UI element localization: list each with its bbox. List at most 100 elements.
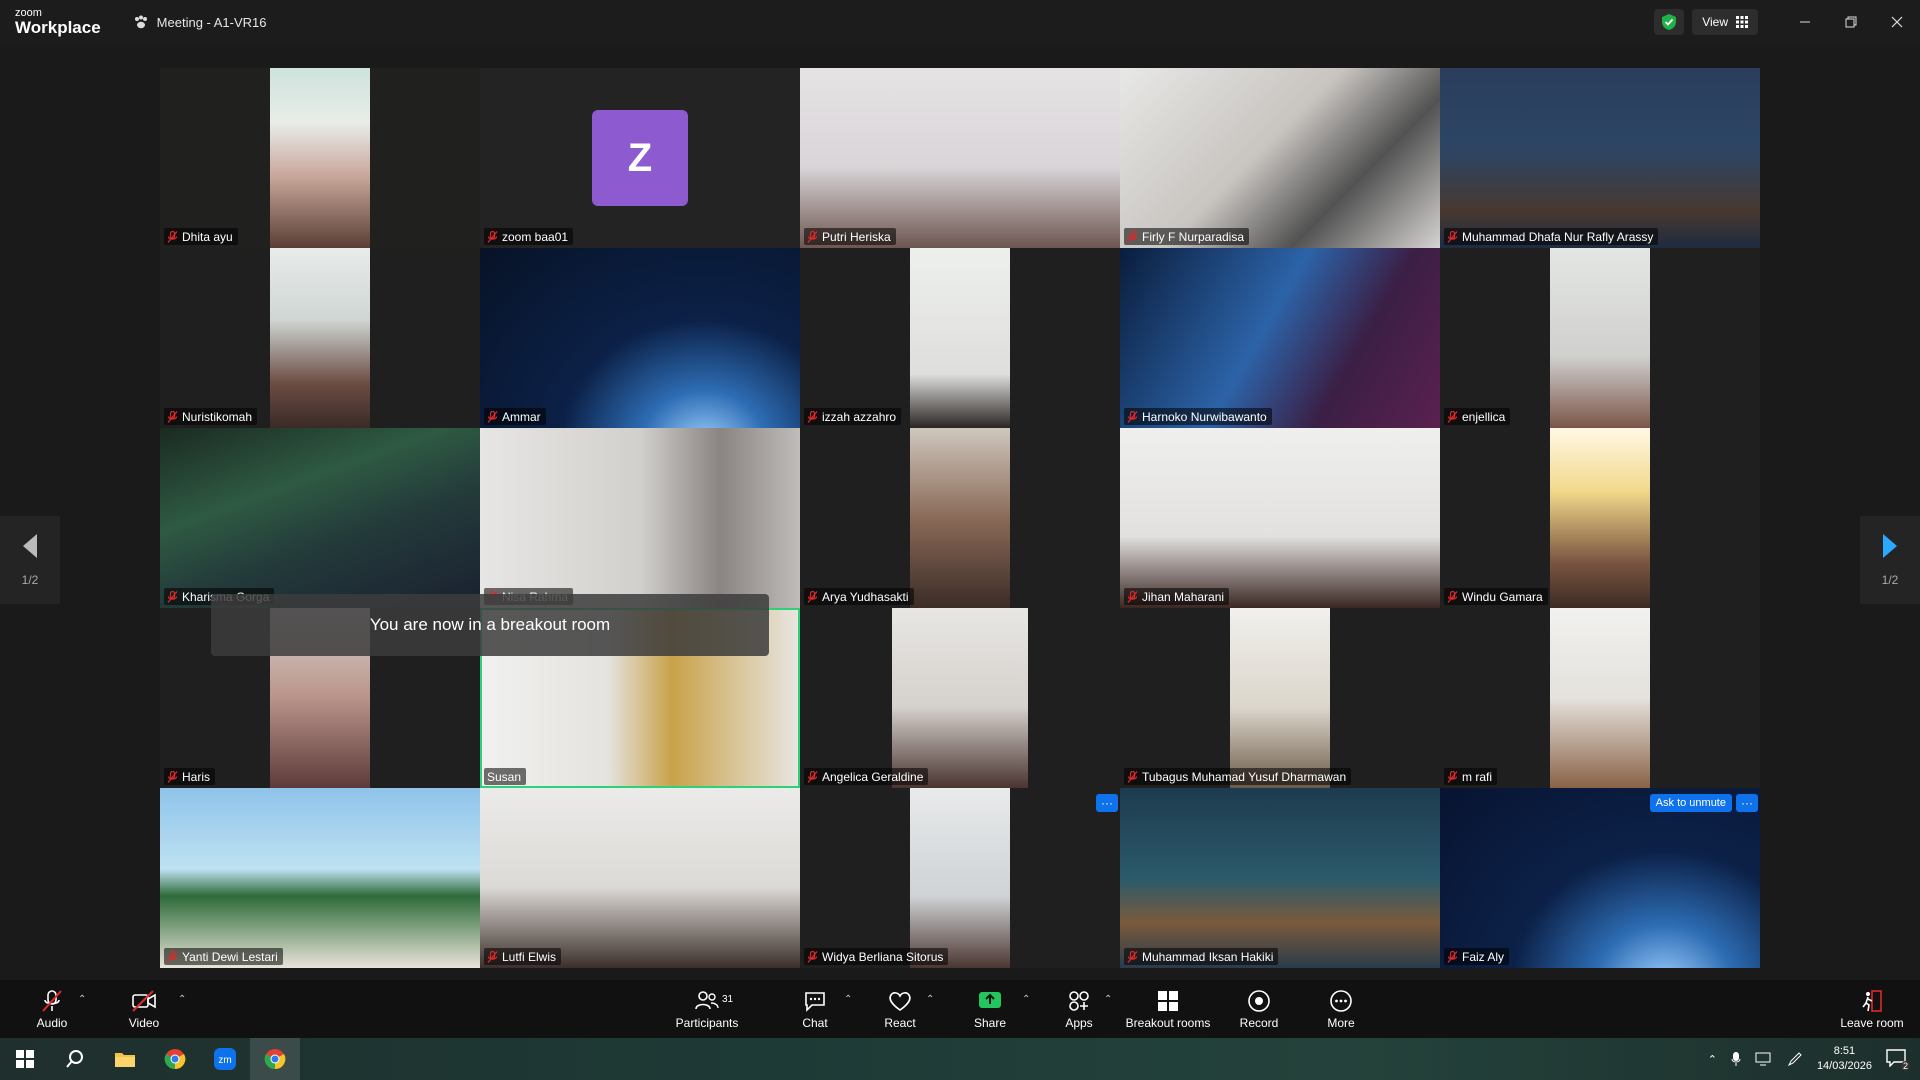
view-button[interactable]: View xyxy=(1692,9,1758,35)
participant-name: Windu Gamara xyxy=(1462,589,1543,604)
video-tile[interactable]: Faiz Aly Ask to unmute ··· xyxy=(1440,788,1760,968)
video-tile[interactable]: Angelica Geraldine xyxy=(800,608,1120,788)
video-tile[interactable]: Putri Heriska xyxy=(800,68,1120,248)
video-tile[interactable]: Jihan Maharani xyxy=(1120,428,1440,608)
video-tile[interactable]: Muhammad Dhafa Nur Rafly Arassy xyxy=(1440,68,1760,248)
audio-caret-icon[interactable]: ⌃ xyxy=(78,994,86,1005)
search-button[interactable] xyxy=(50,1038,100,1080)
chrome-active-button[interactable] xyxy=(250,1038,300,1080)
chrome-button[interactable] xyxy=(150,1038,200,1080)
restore-button[interactable] xyxy=(1828,0,1874,44)
encryption-shield-button[interactable] xyxy=(1654,9,1685,35)
participant-name-label: Lutfi Elwis xyxy=(484,948,562,965)
participant-name: Lutfi Elwis xyxy=(502,949,557,964)
video-tile[interactable]: Widya Berliana Sitorus ··· xyxy=(800,788,1120,968)
participant-name-label: Ammar xyxy=(484,408,546,425)
arrow-right-icon xyxy=(1883,534,1897,558)
participants-button[interactable]: Participants xyxy=(672,980,742,1038)
meeting-title: Meeting - A1-VR16 xyxy=(156,14,267,30)
prev-page-button[interactable]: 1/2 xyxy=(0,516,60,604)
participant-name-label: Angelica Geraldine xyxy=(804,768,929,785)
leave-room-label: Leave room xyxy=(1840,1015,1904,1030)
react-button[interactable]: React xyxy=(882,980,918,1038)
tile-options-button[interactable]: ··· xyxy=(1096,794,1118,812)
video-tile[interactable]: Windu Gamara xyxy=(1440,428,1760,608)
video-tile[interactable]: enjellica xyxy=(1440,248,1760,428)
share-button[interactable]: Share xyxy=(972,980,1008,1038)
tray-chevron-icon[interactable]: ⌃ xyxy=(1708,1053,1717,1066)
tray-mic-icon[interactable] xyxy=(1731,1051,1741,1067)
chat-label: Chat xyxy=(802,1015,828,1030)
participant-name-label: Arya Yudhasakti xyxy=(804,588,914,605)
audio-button[interactable]: Audio xyxy=(34,980,70,1038)
video-tile[interactable]: Lutfi Elwis xyxy=(480,788,800,968)
record-icon xyxy=(1248,989,1270,1012)
react-label: React xyxy=(884,1015,916,1030)
start-button[interactable] xyxy=(0,1038,50,1080)
video-tile[interactable]: Muhammad Iksan Hakiki xyxy=(1120,788,1440,968)
participant-name: Ammar xyxy=(502,409,541,424)
video-tile[interactable]: Ammar xyxy=(480,248,800,428)
react-caret-icon[interactable]: ⌃ xyxy=(926,994,934,1005)
zoom-taskbar-button[interactable]: zm xyxy=(200,1038,250,1080)
next-page-button[interactable]: 1/2 xyxy=(1860,516,1920,604)
notifications-button[interactable]: 2 xyxy=(1886,1049,1910,1071)
video-caret-icon[interactable]: ⌃ xyxy=(178,994,186,1005)
mic-muted-icon xyxy=(1447,950,1458,963)
mic-muted-icon xyxy=(1127,590,1138,603)
video-tile[interactable]: m rafi xyxy=(1440,608,1760,788)
video-feed xyxy=(910,788,1010,968)
video-tile[interactable]: Nuristikomah xyxy=(160,248,480,428)
share-caret-icon[interactable]: ⌃ xyxy=(1022,994,1030,1005)
view-label: View xyxy=(1702,15,1728,29)
participant-name: Muhammad Iksan Hakiki xyxy=(1142,949,1274,964)
page-indicator-right: 1/2 xyxy=(1881,573,1899,587)
video-tile[interactable]: Nisa Rahma xyxy=(480,428,800,608)
file-explorer-button[interactable] xyxy=(100,1038,150,1080)
video-tile[interactable]: Yanti Dewi Lestari xyxy=(160,788,480,968)
system-clock[interactable]: 8:51 14/03/2026 xyxy=(1817,1044,1872,1074)
logo-bottom-text: Workplace xyxy=(15,18,101,37)
video-tile[interactable]: Dhita ayu xyxy=(160,68,480,248)
leave-room-button[interactable]: Leave room xyxy=(1838,980,1906,1038)
video-tile[interactable]: Firly F Nurparadisa xyxy=(1120,68,1440,248)
chat-button[interactable]: Chat xyxy=(800,980,830,1038)
apps-caret-icon[interactable]: ⌃ xyxy=(1104,994,1112,1005)
participant-name-label: Putri Heriska xyxy=(804,228,896,245)
pen-icon[interactable] xyxy=(1787,1051,1803,1067)
chat-icon xyxy=(805,991,825,1012)
minimize-icon xyxy=(1800,21,1810,23)
video-tile[interactable]: Tubagus Muhamad Yusuf Dharmawan xyxy=(1120,608,1440,788)
meeting-info[interactable]: Meeting - A1-VR16 xyxy=(133,15,267,30)
apps-label: Apps xyxy=(1065,1015,1093,1030)
mic-muted-icon xyxy=(1447,230,1458,243)
mic-muted-icon xyxy=(42,989,62,1012)
video-feed xyxy=(910,248,1010,428)
participants-caret-icon[interactable]: ⌃ xyxy=(844,994,852,1005)
video-tile[interactable]: izzah azzahro xyxy=(800,248,1120,428)
breakout-rooms-label: Breakout rooms xyxy=(1125,1015,1211,1030)
video-tile[interactable]: Arya Yudhasakti xyxy=(800,428,1120,608)
video-tile[interactable]: Zzoom baa01 xyxy=(480,68,800,248)
tile-options-button[interactable]: ··· xyxy=(1736,794,1758,812)
minimize-button[interactable] xyxy=(1782,0,1828,44)
participant-name-label: Nuristikomah xyxy=(164,408,258,425)
participant-name-label: Muhammad Dhafa Nur Rafly Arassy xyxy=(1444,228,1659,245)
more-icon xyxy=(1330,989,1352,1012)
zoom-logo: zoom Workplace xyxy=(15,8,101,37)
close-icon xyxy=(1891,16,1903,28)
participants-count: 31 xyxy=(722,994,734,1005)
network-icon[interactable] xyxy=(1755,1052,1773,1066)
video-button[interactable]: Video xyxy=(126,980,162,1038)
more-button[interactable]: More xyxy=(1326,980,1356,1038)
participant-name-label: Faiz Aly xyxy=(1444,948,1510,965)
breakout-rooms-button[interactable]: Breakout rooms xyxy=(1124,980,1212,1038)
record-button[interactable]: Record xyxy=(1238,980,1280,1038)
participant-name: enjellica xyxy=(1462,409,1506,424)
close-button[interactable] xyxy=(1874,0,1920,44)
mic-muted-icon xyxy=(167,770,178,783)
video-tile[interactable]: Harnoko Nurwibawanto xyxy=(1120,248,1440,428)
ask-to-unmute-button[interactable]: Ask to unmute xyxy=(1649,794,1732,812)
apps-button[interactable]: Apps xyxy=(1064,980,1094,1038)
video-tile[interactable]: Kharisma Gorga xyxy=(160,428,480,608)
